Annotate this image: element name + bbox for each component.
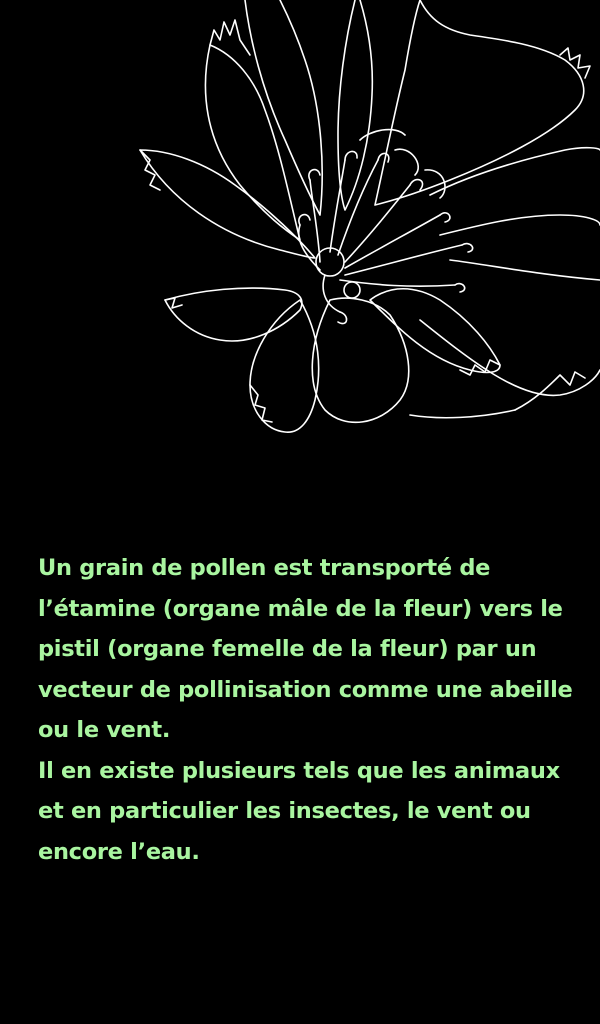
description-text: Un grain de pollen est transporté de l’é… — [38, 548, 583, 872]
flower-drawing — [139, 0, 600, 433]
petal-bottom-right — [369, 288, 501, 374]
petal-bottom-center-left — [249, 299, 320, 433]
petal-bottom-center — [311, 297, 410, 424]
flower-illustration — [0, 0, 600, 470]
paragraph-vectors: Il en existe plusieurs tels que les anim… — [38, 757, 560, 865]
petal-far-right — [419, 319, 600, 397]
petal-top-center — [337, 0, 374, 211]
paragraph-pollination: Un grain de pollen est transporté de l’é… — [38, 555, 573, 743]
petal-right — [439, 214, 600, 236]
